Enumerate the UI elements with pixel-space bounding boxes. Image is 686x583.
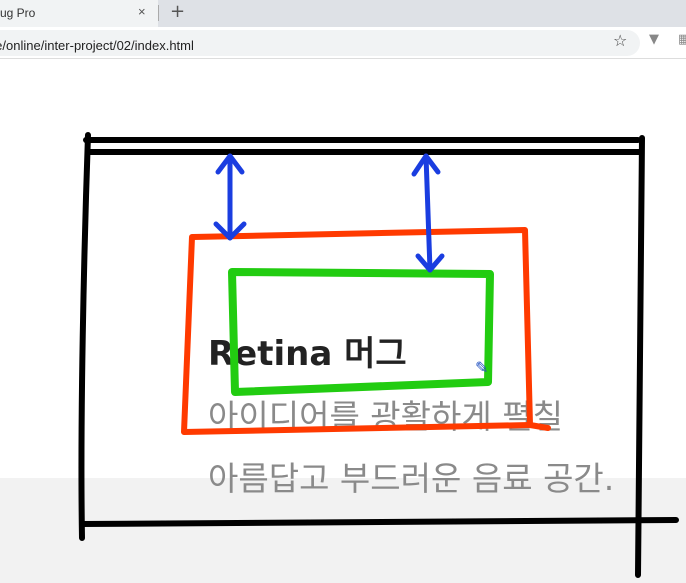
outer-box-drawing: [181, 227, 551, 435]
drawing-annotations: [78, 132, 679, 578]
arrow-drawings: [213, 153, 445, 273]
pencil-cursor-icon: ✎: [475, 358, 489, 377]
inner-box-drawing: [228, 268, 494, 396]
black-frame-drawing: [78, 132, 679, 578]
